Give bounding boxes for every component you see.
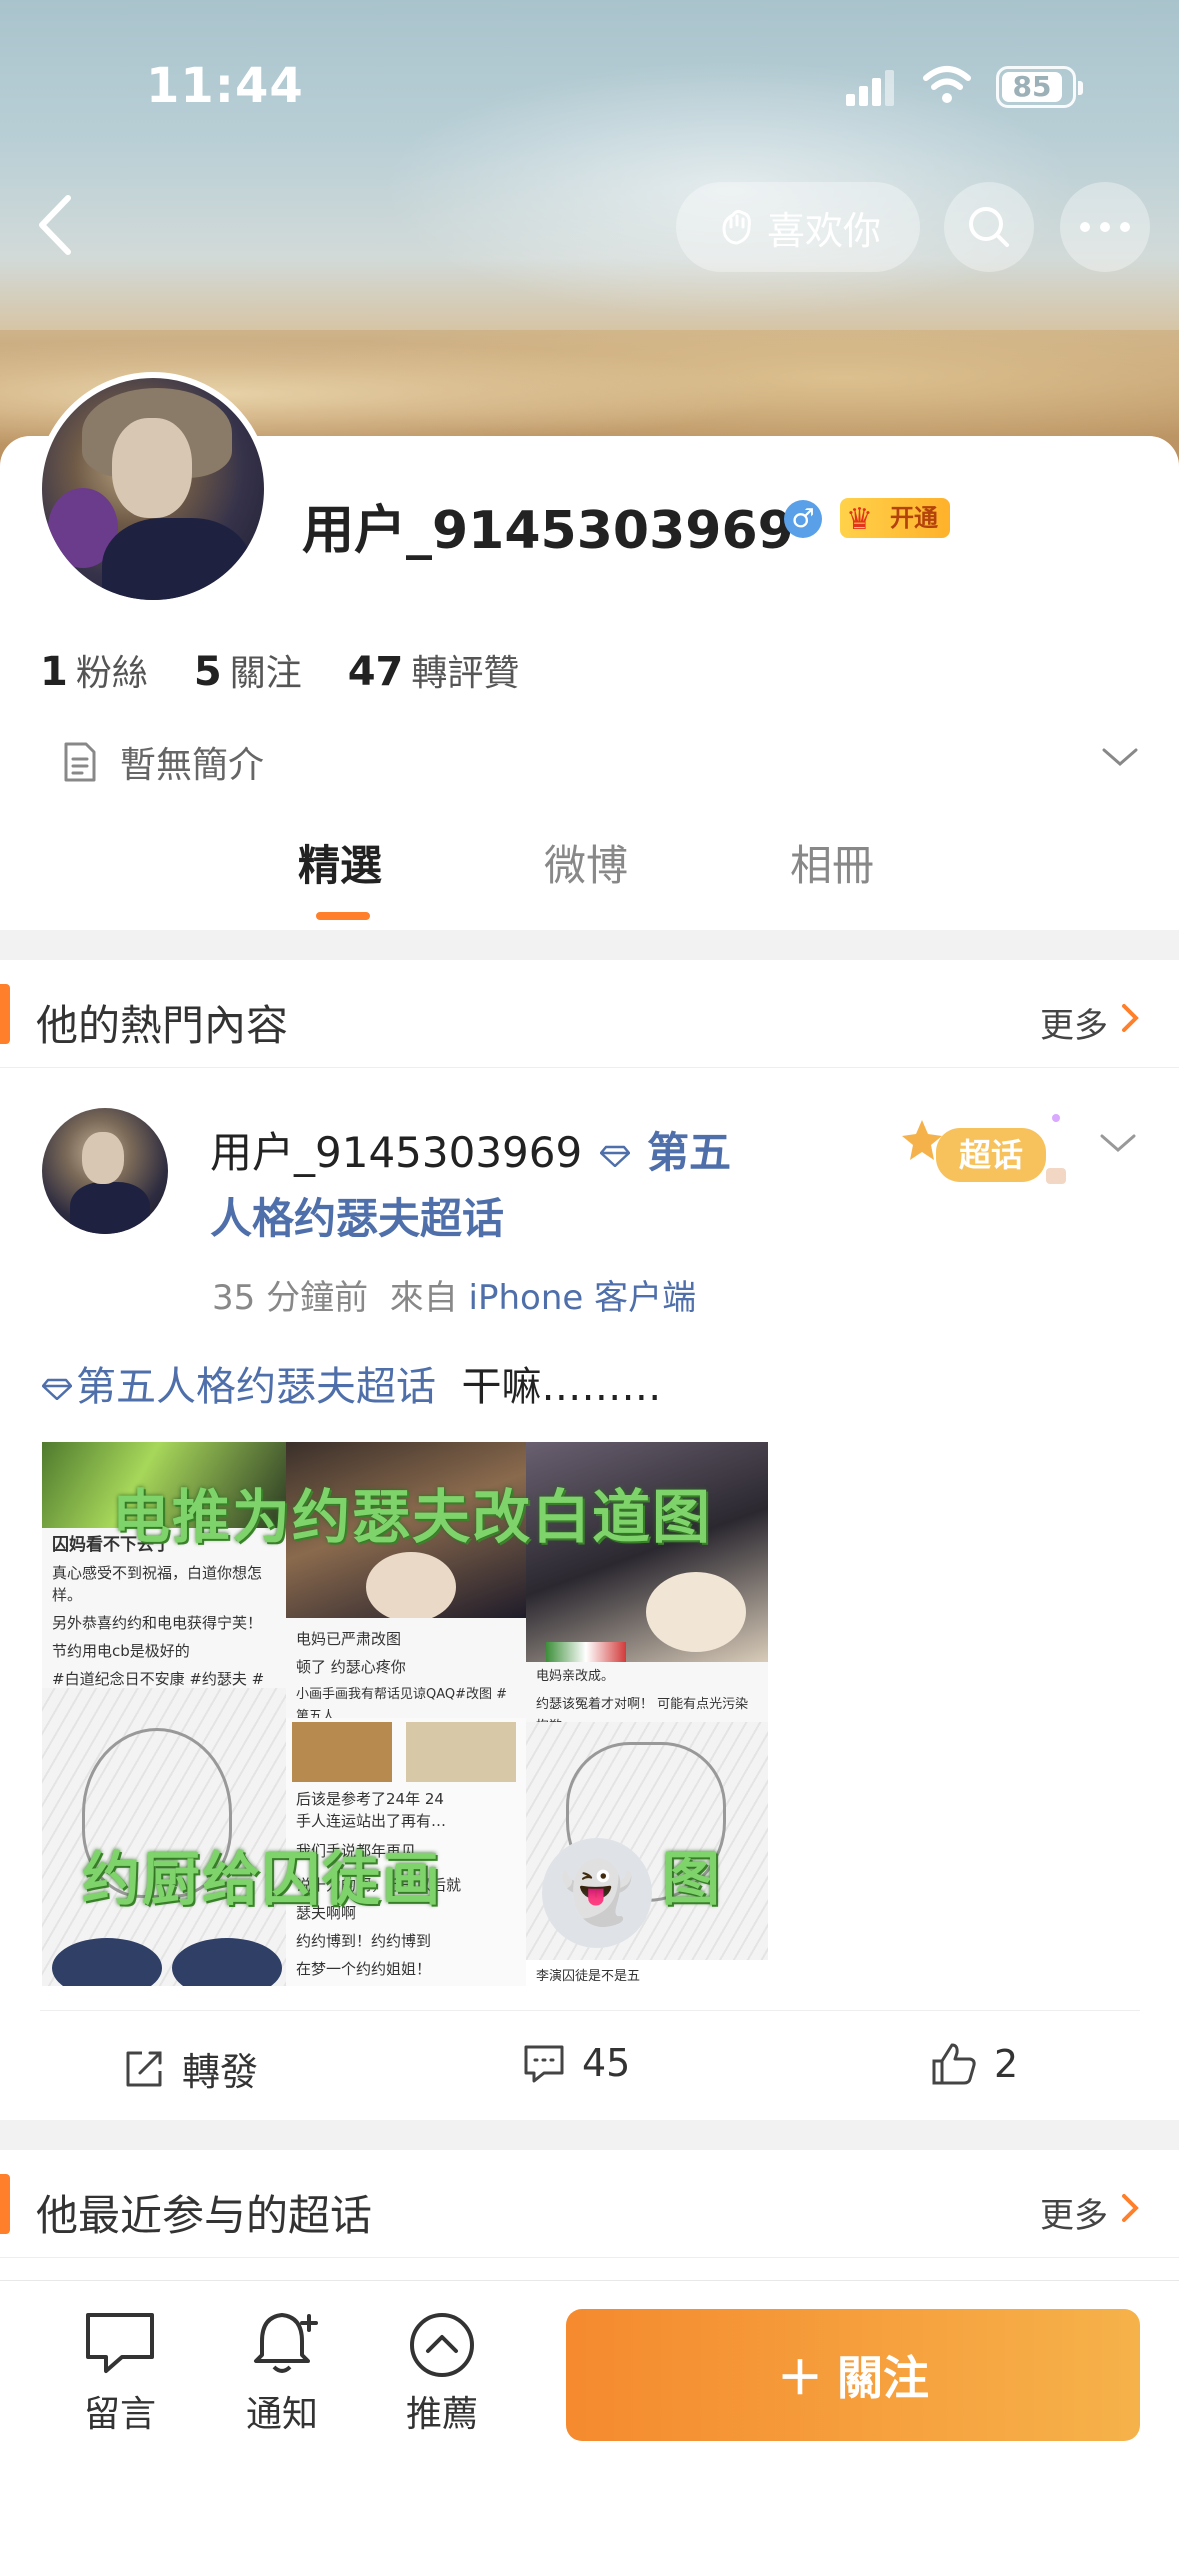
back-icon[interactable] bbox=[28, 190, 88, 260]
profile-tabs: 精選 微博 相冊 bbox=[0, 832, 1179, 928]
post-author-name[interactable]: 用户_9145303969 bbox=[210, 1128, 582, 1177]
profile-username: 用户_9145303969 bbox=[302, 501, 794, 561]
stat-following[interactable]: 5 關注 bbox=[194, 644, 302, 696]
stat-interactions[interactable]: 47 轉評贊 bbox=[348, 644, 520, 696]
collage-panel-text-2: 电妈已严肃改图 顿了 约瑟心疼你 小画手画我有帮话见谅QAQ#改图 #第五人 bbox=[286, 1618, 526, 1718]
crown-icon: ♛ bbox=[846, 502, 873, 537]
post-header: 用户_9145303969 第五 人格约瑟夫超话 bbox=[210, 1120, 770, 1252]
follow-label: 關注 bbox=[837, 2351, 929, 2405]
hot-content-section: 他的熱門內容 更多 用户_9145303969 第五 人格约瑟夫超话 35 分鐘前… bbox=[0, 960, 1179, 2120]
bell-plus-icon bbox=[254, 2313, 318, 2373]
image-overlay-caption: 约厨给囚徒画 bbox=[82, 1845, 443, 1913]
diamond-icon bbox=[599, 1145, 630, 1167]
tab-featured[interactable]: 精選 bbox=[298, 832, 382, 893]
comment-button[interactable]: 45 bbox=[522, 2041, 630, 2085]
super-topic-section: 他最近参与的超话 更多 bbox=[0, 2150, 1179, 2280]
thumbs-up-icon bbox=[932, 2043, 976, 2085]
signal-icon bbox=[846, 70, 896, 106]
tab-albums[interactable]: 相冊 bbox=[790, 832, 874, 893]
post-source[interactable]: iPhone 客户端 bbox=[469, 1278, 697, 1318]
post-text-topic[interactable]: 第五人格约瑟夫超话 bbox=[76, 1364, 436, 1410]
chevron-right-icon[interactable] bbox=[1118, 2190, 1142, 2226]
weibo-post[interactable]: 用户_9145303969 第五 人格约瑟夫超话 35 分鐘前 來自 iPhone… bbox=[0, 1068, 1179, 2094]
message-label: 留言 bbox=[83, 2394, 156, 2435]
bio-text: 暫無簡介 bbox=[120, 745, 265, 786]
chevron-down-icon[interactable] bbox=[1100, 742, 1140, 772]
image-overlay-caption-end: 图 bbox=[662, 1845, 723, 1913]
post-meta: 35 分鐘前 來自 iPhone 客户端 bbox=[212, 1270, 696, 1319]
active-tab-indicator bbox=[316, 912, 370, 920]
hot-section-more[interactable]: 更多 bbox=[1040, 998, 1108, 1047]
peach-hand-icon bbox=[722, 209, 751, 245]
profile-stats: 1 粉絲 5 關注 47 轉評贊 bbox=[40, 644, 519, 696]
like-button[interactable]: 2 bbox=[930, 2041, 1018, 2087]
notify-button[interactable]: 通知 bbox=[222, 2309, 342, 2437]
hot-section-title: 他的熱門內容 bbox=[36, 1001, 289, 1050]
comment-icon bbox=[524, 2045, 564, 2083]
follow-button[interactable]: ＋ 關注 bbox=[566, 2309, 1140, 2441]
search-button[interactable] bbox=[944, 182, 1034, 272]
stat-followers[interactable]: 1 粉絲 bbox=[40, 644, 148, 696]
repost-button[interactable]: 轉發 bbox=[122, 2041, 258, 2096]
hot-section-header: 他的熱門內容 更多 bbox=[0, 960, 1179, 1068]
diamond-icon bbox=[42, 1378, 72, 1400]
message-button[interactable]: 留言 bbox=[60, 2309, 180, 2437]
status-bar: 11:44 85 bbox=[0, 0, 1179, 170]
super-section-more[interactable]: 更多 bbox=[1040, 2188, 1108, 2237]
image-overlay-title: 电推为约瑟夫改白道图 bbox=[112, 1483, 713, 1551]
super-topic-badge-label: 超话 bbox=[959, 1136, 1023, 1174]
profile-bio[interactable]: 暫無簡介 bbox=[62, 736, 264, 788]
post-time: 35 分鐘前 bbox=[212, 1278, 369, 1318]
search-icon bbox=[969, 207, 1009, 247]
message-icon bbox=[86, 2313, 154, 2373]
comment-count: 45 bbox=[582, 2041, 631, 2085]
post-author-avatar[interactable] bbox=[42, 1108, 168, 1234]
notify-label: 通知 bbox=[245, 2394, 318, 2435]
post-source-prefix: 來自 bbox=[389, 1278, 458, 1318]
super-section-title: 他最近参与的超话 bbox=[36, 2191, 373, 2240]
profile-avatar[interactable] bbox=[36, 372, 270, 606]
collage-panel-text-3: 电妈亲改成。 约瑟该冤着才对啊！ 可能有点光污染抱歉。。。 bbox=[526, 1662, 768, 1722]
vip-label: 开通 bbox=[890, 504, 938, 532]
male-gender-icon: ♂ bbox=[784, 500, 822, 538]
post-menu-chevron-icon[interactable] bbox=[1098, 1128, 1138, 1158]
super-topic-badge[interactable]: 超话 bbox=[896, 1108, 1080, 1198]
vip-open-badge[interactable]: ♛ 开通 bbox=[840, 498, 950, 538]
chevron-right-icon[interactable] bbox=[1118, 1000, 1142, 1036]
like-you-button[interactable]: 喜欢你 bbox=[676, 182, 920, 272]
post-text-body: 干嘛……… bbox=[461, 1364, 662, 1410]
recommend-button[interactable]: 推薦 bbox=[382, 2309, 502, 2437]
repost-label: 轉發 bbox=[182, 2050, 259, 2094]
ghost-emoji-icon: 👻 bbox=[542, 1838, 652, 1948]
bottom-action-bar: 留言 通知 推薦 ＋ 關注 bbox=[0, 2280, 1179, 2556]
document-icon bbox=[64, 742, 96, 782]
status-time: 11:44 bbox=[146, 58, 304, 114]
more-options-button[interactable] bbox=[1060, 182, 1150, 272]
recommend-label: 推薦 bbox=[405, 2394, 478, 2435]
battery-icon: 85 bbox=[996, 66, 1083, 108]
more-dots-icon bbox=[1080, 222, 1130, 232]
super-section-header: 他最近参与的超话 更多 bbox=[0, 2150, 1179, 2258]
tab-weibo[interactable]: 微博 bbox=[544, 832, 628, 893]
repost-icon bbox=[126, 2051, 162, 2086]
post-actions: 轉發 45 2 bbox=[40, 2010, 1140, 2110]
like-you-label: 喜欢你 bbox=[766, 208, 881, 253]
post-image[interactable]: 囚妈看不下去了 真心感受不到祝福，白道你想怎样。 另外恭喜约约和电电获得宁芙！ … bbox=[42, 1442, 768, 1986]
post-text: 第五人格约瑟夫超话 干嘛……… bbox=[42, 1354, 661, 1412]
chevron-up-circle-icon bbox=[410, 2313, 474, 2377]
battery-level: 85 bbox=[1002, 72, 1062, 102]
wifi-icon bbox=[923, 66, 971, 103]
like-count: 2 bbox=[994, 2042, 1019, 2086]
plus-icon: ＋ bbox=[777, 2351, 823, 2405]
